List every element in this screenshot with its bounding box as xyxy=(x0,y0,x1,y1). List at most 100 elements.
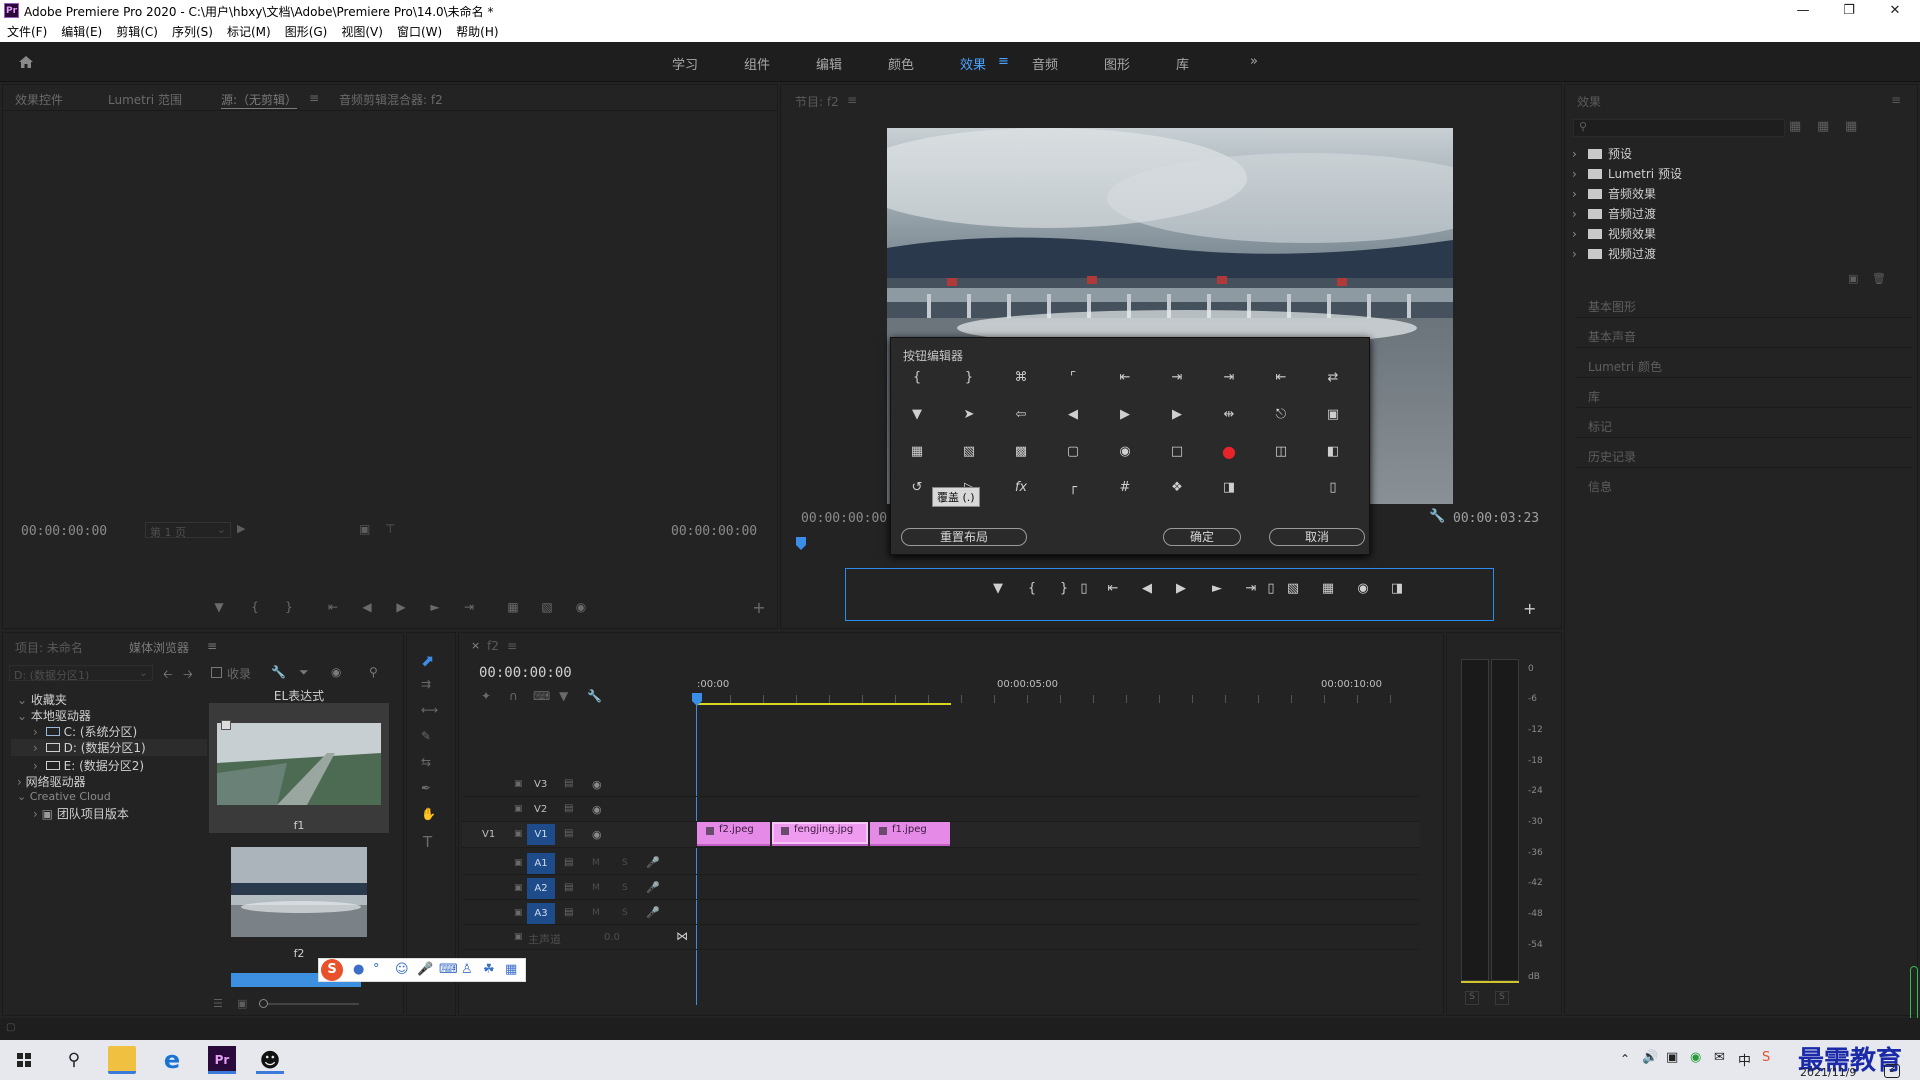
menu-view[interactable]: 视图(V) xyxy=(334,22,390,42)
folder-presets[interactable]: › 预设 xyxy=(1572,145,1632,162)
folder-video-effects[interactable]: › 视频效果 xyxy=(1572,225,1656,242)
track-target-v1[interactable]: V1 xyxy=(527,824,555,845)
linked-selection-icon[interactable]: ⌨ xyxy=(533,689,550,703)
program-tab-menu-icon[interactable]: ≡ xyxy=(847,93,857,107)
go-to-prev-marker-icon[interactable]: ⇦ xyxy=(1009,404,1033,426)
eye-icon[interactable]: ◉ xyxy=(592,778,602,791)
edge-icon[interactable]: e xyxy=(158,1046,186,1074)
sync-lock-icon[interactable]: ▤ xyxy=(564,778,573,789)
export-frame-icon[interactable]: ◉ xyxy=(1113,441,1137,463)
tree-network-drives[interactable]: › 网络驱动器 xyxy=(17,773,86,790)
go-to-in-icon[interactable]: ⇤ xyxy=(325,600,341,614)
view-icon[interactable]: ◉ xyxy=(331,665,341,679)
nest-icon[interactable]: ✦ xyxy=(481,689,491,703)
ime-tray-icon[interactable]: 中 xyxy=(1738,1050,1751,1069)
lock-icon[interactable]: ▣ xyxy=(514,932,523,942)
sync-lock-icon[interactable]: ▤ xyxy=(564,803,573,814)
mute-button[interactable]: M xyxy=(592,858,600,868)
insert-icon[interactable]: ▦ xyxy=(505,600,521,614)
workspace-tab-libraries[interactable]: 库 xyxy=(1176,54,1189,73)
lock-icon[interactable]: ▣ xyxy=(514,908,523,918)
minimize-icon[interactable]: — xyxy=(1780,2,1826,20)
menu-edit[interactable]: 编辑(E) xyxy=(54,22,109,42)
security-icon[interactable]: ◉ xyxy=(1690,1050,1701,1065)
sync-lock-icon[interactable]: ▤ xyxy=(564,828,573,839)
lock-icon[interactable]: ▣ xyxy=(514,804,523,814)
end-marker-icon[interactable]: ⋈ xyxy=(676,929,688,943)
go-to-next-edit-icon[interactable]: ⇥ xyxy=(1217,367,1241,389)
workspace-more-button[interactable]: » xyxy=(1250,54,1258,69)
step-back-icon[interactable]: ◀ xyxy=(1136,581,1158,596)
add-marker-icon[interactable]: ▼ xyxy=(211,600,227,614)
timeline-settings-icon[interactable]: 🔧 xyxy=(587,689,602,703)
solo-button[interactable]: S xyxy=(622,858,628,868)
solo-right-button[interactable]: S xyxy=(1495,991,1509,1005)
ime-keyboard-icon[interactable]: ⌨ xyxy=(439,962,458,977)
tree-drive-e[interactable]: › E: (数据分区2) xyxy=(33,757,203,774)
tray-chevron-icon[interactable]: ⌃ xyxy=(1620,1052,1630,1066)
mark-in-icon[interactable]: { xyxy=(247,600,263,614)
lift-icon[interactable]: ⎋ xyxy=(1269,404,1293,426)
workspace-tab-assembly[interactable]: 组件 xyxy=(744,54,770,73)
menu-file[interactable]: 文件(F) xyxy=(0,22,54,42)
microphone-icon[interactable]: 🎤 xyxy=(646,881,660,894)
network-icon[interactable]: ▣ xyxy=(1666,1050,1678,1065)
snap-icon[interactable]: ∩ xyxy=(509,689,518,703)
lock-icon[interactable]: ▣ xyxy=(514,858,523,868)
trash-icon[interactable]: 🗑 xyxy=(1872,272,1886,285)
lock-icon[interactable]: ▣ xyxy=(514,779,523,789)
workspace-tab-graphics[interactable]: 图形 xyxy=(1104,54,1130,73)
mark-clip-in-icon[interactable]: ⌜ xyxy=(1061,367,1085,389)
razor-tool-icon[interactable]: ✎ xyxy=(421,729,431,743)
playhead-icon[interactable] xyxy=(795,537,807,551)
clip-fengjing[interactable]: fengjing.jpg xyxy=(772,822,868,846)
spacer-icon[interactable]: ▯ xyxy=(1073,581,1095,596)
mute-button[interactable]: M xyxy=(592,908,600,918)
program-plus-icon[interactable]: + xyxy=(1523,599,1536,618)
play-icon[interactable]: ▶ xyxy=(1165,404,1189,426)
toggle-proxy-icon[interactable]: ◧ xyxy=(1321,441,1345,463)
timeline-ruler[interactable] xyxy=(697,695,1417,703)
wechat-icon[interactable]: ✉ xyxy=(1714,1050,1725,1065)
search-icon[interactable]: ⚲ xyxy=(369,665,378,679)
32bit-effects-icon[interactable]: ▦ xyxy=(1817,119,1829,134)
track-target-a3[interactable]: A3 xyxy=(527,903,555,924)
mark-out-icon[interactable]: } xyxy=(1053,581,1075,596)
back-icon[interactable]: 🡠 xyxy=(163,665,173,686)
menu-sequence[interactable]: 序列(S) xyxy=(165,22,220,42)
type-tool-icon[interactable]: T xyxy=(423,833,432,851)
add-marker-icon[interactable]: ▼ xyxy=(987,581,1009,596)
spacer-icon[interactable]: ▯ xyxy=(1321,477,1345,499)
record-icon[interactable]: ● xyxy=(1217,441,1241,463)
overwrite-icon[interactable]: ▦ xyxy=(905,441,929,463)
panel-history[interactable]: 历史记录 xyxy=(1576,440,1912,468)
comparison-icon[interactable]: □ xyxy=(1165,441,1189,463)
microphone-icon[interactable]: 🎤 xyxy=(646,906,660,919)
mark-clip-out-icon[interactable]: ⌘ xyxy=(1009,367,1033,389)
source-timecode-current[interactable]: 00:00:00:00 xyxy=(21,524,107,539)
mark-in-icon[interactable]: { xyxy=(1021,581,1043,596)
ime-punct-icon[interactable]: ° xyxy=(373,962,380,977)
go-to-out-icon[interactable]: ⇥ xyxy=(1165,367,1189,389)
ingest-settings-icon[interactable]: 🔧 xyxy=(271,665,286,679)
eye-icon[interactable]: ◉ xyxy=(592,828,602,841)
insert-icon[interactable]: ▧ xyxy=(957,441,981,463)
go-to-out-icon[interactable]: ⇥ xyxy=(461,600,477,614)
sync-lock-icon[interactable]: ▤ xyxy=(564,857,573,868)
slip-tool-icon[interactable]: ⇆ xyxy=(421,755,431,769)
play-icon[interactable]: ▶ xyxy=(393,600,409,614)
notification-badge[interactable]: 3 xyxy=(1884,1064,1900,1078)
vr-video-icon[interactable]: ❖ xyxy=(1165,477,1189,499)
extract-icon[interactable]: ▦ xyxy=(1317,581,1339,596)
source-patch-v1[interactable]: V1 xyxy=(482,829,495,840)
overwrite-icon[interactable]: ▧ xyxy=(539,600,555,614)
tab-effect-controls[interactable]: 效果控件 xyxy=(15,91,63,108)
file-explorer-icon[interactable] xyxy=(108,1046,136,1074)
selection-tool-icon[interactable]: ⬈ xyxy=(421,651,434,670)
workspace-tab-learn[interactable]: 学习 xyxy=(672,54,698,73)
play-in-to-out-icon[interactable]: ⇄ xyxy=(1321,367,1345,389)
panel-essential-graphics[interactable]: 基本图形 xyxy=(1576,290,1912,318)
workspace-tab-color[interactable]: 颜色 xyxy=(888,54,914,73)
wrench-icon[interactable]: 🔧 xyxy=(1429,509,1445,524)
tree-drive-c[interactable]: › C: (系统分区) xyxy=(33,723,203,740)
